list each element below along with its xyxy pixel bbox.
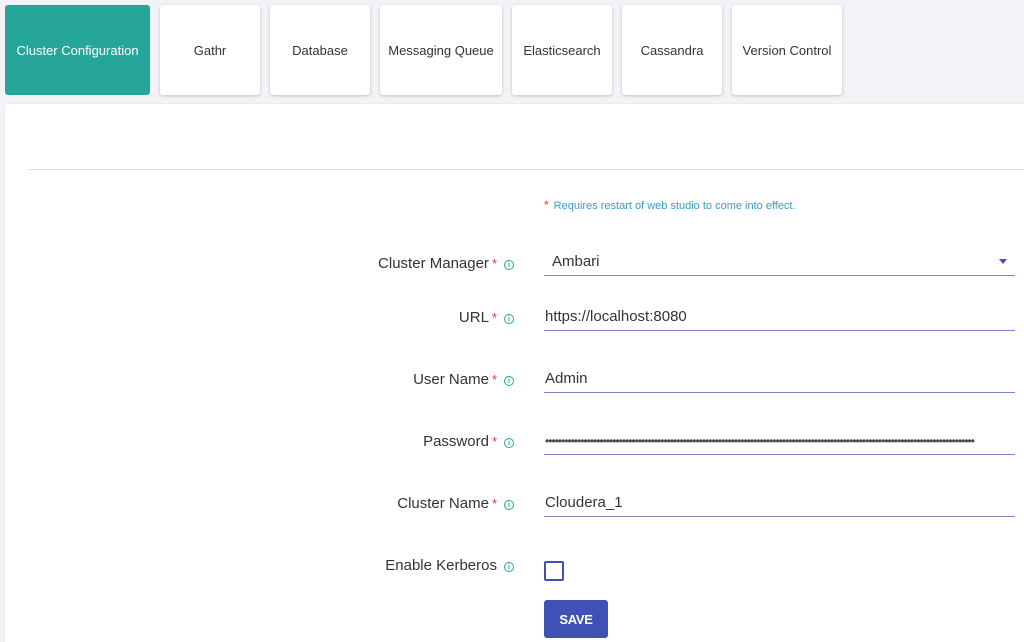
- required-asterisk: *: [491, 496, 497, 511]
- user-name-label: User Name *: [413, 371, 497, 388]
- enable-kerberos-label-text: Enable Kerberos: [385, 557, 497, 574]
- required-asterisk: *: [491, 310, 497, 325]
- required-asterisk: *: [544, 198, 549, 212]
- url-input[interactable]: [544, 303, 1015, 331]
- info-icon[interactable]: i: [504, 500, 514, 510]
- restart-notice-text: Requires restart of web studio to come i…: [553, 200, 796, 212]
- cluster-manager-label: Cluster Manager *: [378, 255, 497, 272]
- tab-gathr[interactable]: Gathr: [160, 5, 260, 95]
- info-icon[interactable]: i: [504, 562, 514, 572]
- tab-cluster-configuration[interactable]: Cluster Configuration: [5, 5, 150, 95]
- section-divider: [29, 169, 1024, 170]
- url-label-text: URL: [458, 309, 489, 326]
- tab-cassandra[interactable]: Cassandra: [622, 5, 722, 95]
- restart-notice: * Requires restart of web studio to come …: [544, 198, 796, 212]
- user-name-label-text: User Name: [413, 371, 489, 388]
- enable-kerberos-label: Enable Kerberos: [385, 557, 497, 574]
- info-icon[interactable]: i: [504, 376, 514, 386]
- url-label: URL *: [459, 309, 497, 326]
- required-asterisk: *: [491, 256, 497, 271]
- cluster-manager-label-text: Cluster Manager: [378, 255, 489, 272]
- tab-messaging-queue[interactable]: Messaging Queue: [380, 5, 502, 95]
- tab-elasticsearch[interactable]: Elasticsearch: [512, 5, 612, 95]
- cluster-manager-select[interactable]: Ambari: [544, 248, 1015, 276]
- tab-database[interactable]: Database: [270, 5, 370, 95]
- user-name-input[interactable]: [544, 365, 1015, 393]
- info-icon[interactable]: i: [504, 314, 514, 324]
- cluster-name-input[interactable]: [544, 489, 1015, 517]
- tab-version-control[interactable]: Version Control: [732, 5, 842, 95]
- cluster-name-label: Cluster Name *: [397, 495, 497, 512]
- dropdown-caret-icon[interactable]: [999, 259, 1007, 264]
- cluster-name-label-text: Cluster Name: [397, 495, 489, 512]
- info-icon[interactable]: i: [504, 438, 514, 448]
- cluster-manager-value: Ambari: [552, 253, 600, 270]
- required-asterisk: *: [491, 372, 497, 387]
- password-input[interactable]: ••••••••••••••••••••••••••••••••••••••••…: [544, 427, 1015, 455]
- save-button[interactable]: SAVE: [544, 600, 608, 638]
- password-label: Password *: [423, 433, 497, 450]
- required-asterisk: *: [491, 434, 497, 449]
- password-label-text: Password: [423, 433, 489, 450]
- enable-kerberos-checkbox[interactable]: [544, 561, 564, 581]
- info-icon[interactable]: i: [504, 260, 514, 270]
